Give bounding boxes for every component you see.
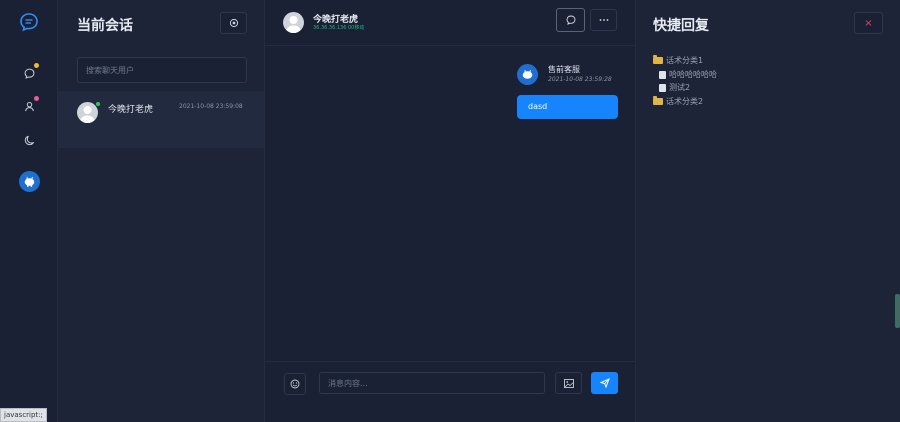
tree-item-label: 哈哈哈哈哈哈: [669, 70, 717, 79]
session-list-item[interactable]: 今晚打老虎 2021-10-08 23:59:08: [58, 91, 264, 148]
sessions-title: 当前会话: [77, 18, 133, 34]
message-input[interactable]: [319, 372, 545, 394]
message-icon: [566, 15, 575, 25]
image-icon: [563, 378, 574, 388]
left-rail: [0, 0, 58, 422]
chat-panel: 今晚打老虎 36.36.36.136 00移动 售前客服 2021-10-08 …: [265, 0, 636, 422]
agent-avatar[interactable]: [19, 171, 40, 192]
contact-avatar: [283, 12, 304, 33]
more-icon: [599, 19, 608, 21]
sender-avatar: [517, 64, 538, 85]
unread-badge: [34, 63, 39, 68]
emoji-icon: [290, 379, 300, 389]
chat-logo-icon[interactable]: [19, 12, 39, 32]
tree-item-label: 测试2: [669, 83, 691, 92]
tree-item-1[interactable]: 哈哈哈哈哈哈: [659, 69, 717, 80]
session-time: 2021-10-08 23:59:08: [179, 103, 243, 110]
file-icon: [659, 70, 666, 79]
side-scroll-handle[interactable]: [895, 294, 900, 328]
notice-badge: [34, 96, 39, 101]
piggy-icon: [24, 176, 35, 187]
chat-header: 今晚打老虎 36.36.36.136 00移动: [265, 0, 636, 46]
tree-folder-1[interactable]: 话术分类1: [653, 55, 703, 66]
sessions-panel: 当前会话 今晚打老虎 2021-10-08 23:59:08: [58, 0, 265, 422]
tree-folder-2[interactable]: 话术分类2: [653, 96, 703, 107]
contact-ip-info: 36.36.36.136 00移动: [313, 25, 365, 31]
send-icon: [599, 378, 610, 388]
search-input[interactable]: [77, 57, 247, 83]
piggy-icon: [522, 69, 533, 79]
message-sender: 售前客服: [548, 65, 580, 74]
file-icon: [659, 83, 666, 92]
user-icon: [24, 101, 34, 111]
send-button[interactable]: [591, 372, 618, 394]
more-options-button[interactable]: [590, 9, 617, 31]
settings-icon: [229, 18, 238, 28]
folder-open-icon: [653, 55, 663, 64]
emoji-button[interactable]: [284, 373, 306, 395]
folder-icon: [653, 96, 663, 105]
message-bubble: dasd: [517, 95, 618, 119]
quick-reply-toggle-button[interactable]: [556, 8, 585, 32]
nav-theme[interactable]: [20, 131, 38, 149]
nav-chat[interactable]: [20, 63, 39, 82]
nav-users[interactable]: [20, 96, 39, 115]
close-button[interactable]: ×: [854, 12, 883, 34]
tree-folder-label: 话术分类2: [666, 97, 704, 106]
session-name: 今晚打老虎: [108, 105, 154, 115]
browser-status-bar: javascript:;: [0, 408, 47, 422]
image-upload-button[interactable]: [555, 372, 582, 394]
tree-folder-label: 话术分类1: [666, 56, 704, 65]
quick-reply-panel: 快捷回复 × 话术分类1 哈哈哈哈哈哈 测试2 话术分类2: [636, 0, 900, 422]
chat-input-bar: [265, 361, 636, 422]
moon-icon: [24, 135, 34, 145]
close-icon: ×: [864, 17, 873, 29]
online-indicator: [95, 101, 101, 107]
message-time: 2021-10-08 23:59:28: [548, 76, 612, 83]
quick-reply-title: 快捷回复: [653, 18, 709, 34]
chat-icon: [24, 68, 34, 79]
tree-item-2[interactable]: 测试2: [659, 82, 690, 93]
sessions-settings-button[interactable]: [220, 12, 247, 34]
